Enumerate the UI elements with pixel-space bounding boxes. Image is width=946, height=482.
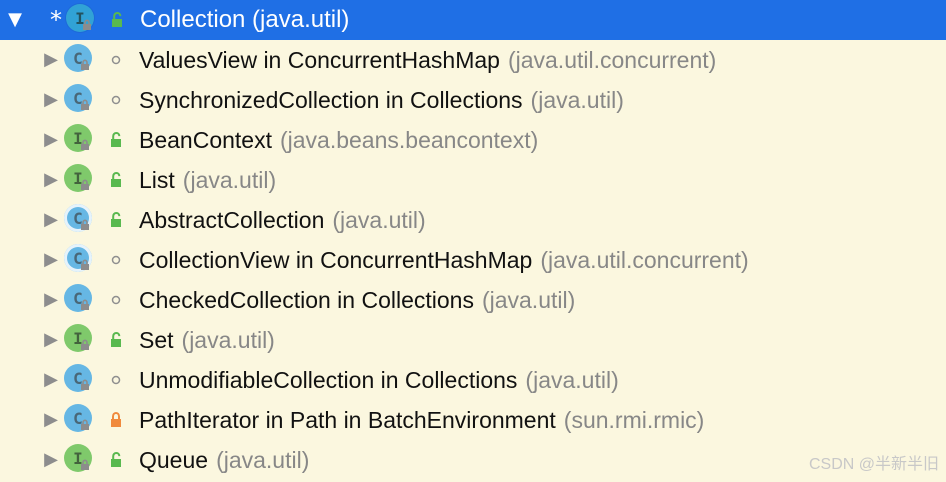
public-lock-icon bbox=[106, 450, 126, 470]
type-name: List bbox=[139, 167, 175, 193]
triangle-right-icon[interactable]: ▶ bbox=[38, 40, 64, 80]
package-name: (java.util) bbox=[182, 167, 277, 193]
triangle-right-icon[interactable]: ▶ bbox=[38, 320, 64, 360]
tree-item[interactable]: ▶ C ValuesView in ConcurrentHashMap (java.u… bbox=[0, 40, 946, 80]
type-name: SynchronizedCollection in Collections bbox=[139, 87, 523, 113]
tree-item[interactable]: ▶ I Queue (java.util) bbox=[0, 440, 946, 480]
package-private-icon bbox=[106, 90, 126, 110]
class-icon: C bbox=[64, 404, 96, 436]
package-name: (java.beans.beancontext) bbox=[279, 127, 539, 153]
triangle-right-icon[interactable]: ▶ bbox=[38, 200, 64, 240]
package-private-icon bbox=[106, 50, 126, 70]
interface-icon: I bbox=[64, 124, 96, 156]
tree-item[interactable]: ▶ C UnmodifiableCollection in Collections (… bbox=[0, 360, 946, 400]
class-icon: C bbox=[64, 84, 96, 116]
small-lock-icon bbox=[79, 139, 91, 151]
package-private-icon bbox=[106, 370, 126, 390]
package-name: (java.util) bbox=[530, 87, 624, 113]
type-name: ValuesView in ConcurrentHashMap bbox=[139, 47, 500, 73]
public-lock-icon bbox=[106, 210, 126, 230]
tree-item[interactable]: ▶ C SynchronizedCollection in Collections (… bbox=[0, 80, 946, 120]
private-lock-icon bbox=[106, 410, 126, 430]
type-name: Queue bbox=[139, 447, 209, 473]
package-name: (java.util) bbox=[332, 207, 426, 233]
abstract-class-icon: C bbox=[64, 244, 96, 276]
interface-icon: I bbox=[64, 444, 96, 476]
tree-root-row[interactable]: ▼ * I Collection (java.util) bbox=[0, 0, 946, 40]
type-name: Set bbox=[139, 327, 174, 353]
type-name: CheckedCollection in Collections bbox=[139, 287, 474, 313]
type-name: AbstractCollection bbox=[139, 207, 325, 233]
package-name: (java.util) bbox=[216, 447, 310, 473]
public-lock-icon bbox=[106, 170, 126, 190]
class-icon: C bbox=[64, 44, 96, 76]
watermark: CSDN @半新半旧 bbox=[808, 456, 939, 473]
small-lock-icon bbox=[79, 419, 91, 431]
package-private-icon bbox=[106, 290, 126, 310]
triangle-right-icon[interactable]: ▶ bbox=[38, 440, 64, 480]
type-name: CollectionView in ConcurrentHashMap bbox=[139, 247, 533, 273]
tree-item[interactable]: ▶ C CheckedCollection in Collections (java.… bbox=[0, 280, 946, 320]
tree-item[interactable]: ▶ I List (java.util) bbox=[0, 160, 946, 200]
small-lock-icon bbox=[79, 179, 91, 191]
abstract-class-icon: C bbox=[64, 204, 96, 236]
interface-icon: I bbox=[66, 4, 98, 36]
public-lock-icon bbox=[106, 130, 126, 150]
small-lock-icon bbox=[79, 339, 91, 351]
tree-item[interactable]: ▶ I BeanContext (java.beans.beancontext) bbox=[0, 120, 946, 160]
class-icon: C bbox=[64, 284, 96, 316]
tree-item[interactable]: ▶ C AbstractCollection (java.util) bbox=[0, 200, 946, 240]
triangle-right-icon[interactable]: ▶ bbox=[38, 240, 64, 280]
package-name: (java.util.concurrent) bbox=[540, 247, 749, 273]
tree-item[interactable]: ▶ I Set (java.util) bbox=[0, 320, 946, 360]
triangle-right-icon[interactable]: ▶ bbox=[38, 360, 64, 400]
triangle-right-icon[interactable]: ▶ bbox=[38, 120, 64, 160]
small-lock-icon bbox=[79, 219, 91, 231]
tree-item[interactable]: ▶ C CollectionView in ConcurrentHashMap (ja… bbox=[0, 240, 946, 280]
package-name: (java.util) bbox=[181, 327, 275, 353]
small-lock-icon bbox=[81, 19, 93, 31]
public-lock-icon bbox=[106, 330, 126, 350]
package-name: (java.util) bbox=[481, 287, 576, 313]
small-lock-icon bbox=[79, 259, 91, 271]
public-lock-icon bbox=[107, 10, 127, 30]
triangle-down-icon[interactable]: ▼ bbox=[2, 0, 28, 40]
triangle-right-icon[interactable]: ▶ bbox=[38, 280, 64, 320]
tree-root-label: Collection (java.util) bbox=[140, 6, 350, 33]
small-lock-icon bbox=[79, 299, 91, 311]
package-private-icon bbox=[106, 250, 126, 270]
type-name: UnmodifiableCollection in Collections bbox=[139, 367, 518, 393]
class-icon: C bbox=[64, 364, 96, 396]
package-name: (sun.rmi.rmic) bbox=[563, 407, 705, 433]
interface-icon: I bbox=[64, 324, 96, 356]
interface-icon: I bbox=[64, 164, 96, 196]
small-lock-icon bbox=[79, 59, 91, 71]
package-name: (java.util.concurrent) bbox=[507, 47, 717, 73]
tree-item[interactable]: ▶ C PathIterator in Path in BatchEnvironme… bbox=[0, 400, 946, 440]
type-name: BeanContext bbox=[139, 127, 272, 153]
root-marker: * bbox=[50, 6, 62, 34]
triangle-right-icon[interactable]: ▶ bbox=[38, 160, 64, 200]
type-name: PathIterator in Path in BatchEnvironment bbox=[139, 407, 556, 433]
small-lock-icon bbox=[79, 459, 91, 471]
small-lock-icon bbox=[79, 99, 91, 111]
triangle-right-icon[interactable]: ▶ bbox=[38, 80, 64, 120]
triangle-right-icon[interactable]: ▶ bbox=[38, 400, 64, 440]
small-lock-icon bbox=[79, 379, 91, 391]
package-name: (java.util) bbox=[525, 367, 619, 393]
